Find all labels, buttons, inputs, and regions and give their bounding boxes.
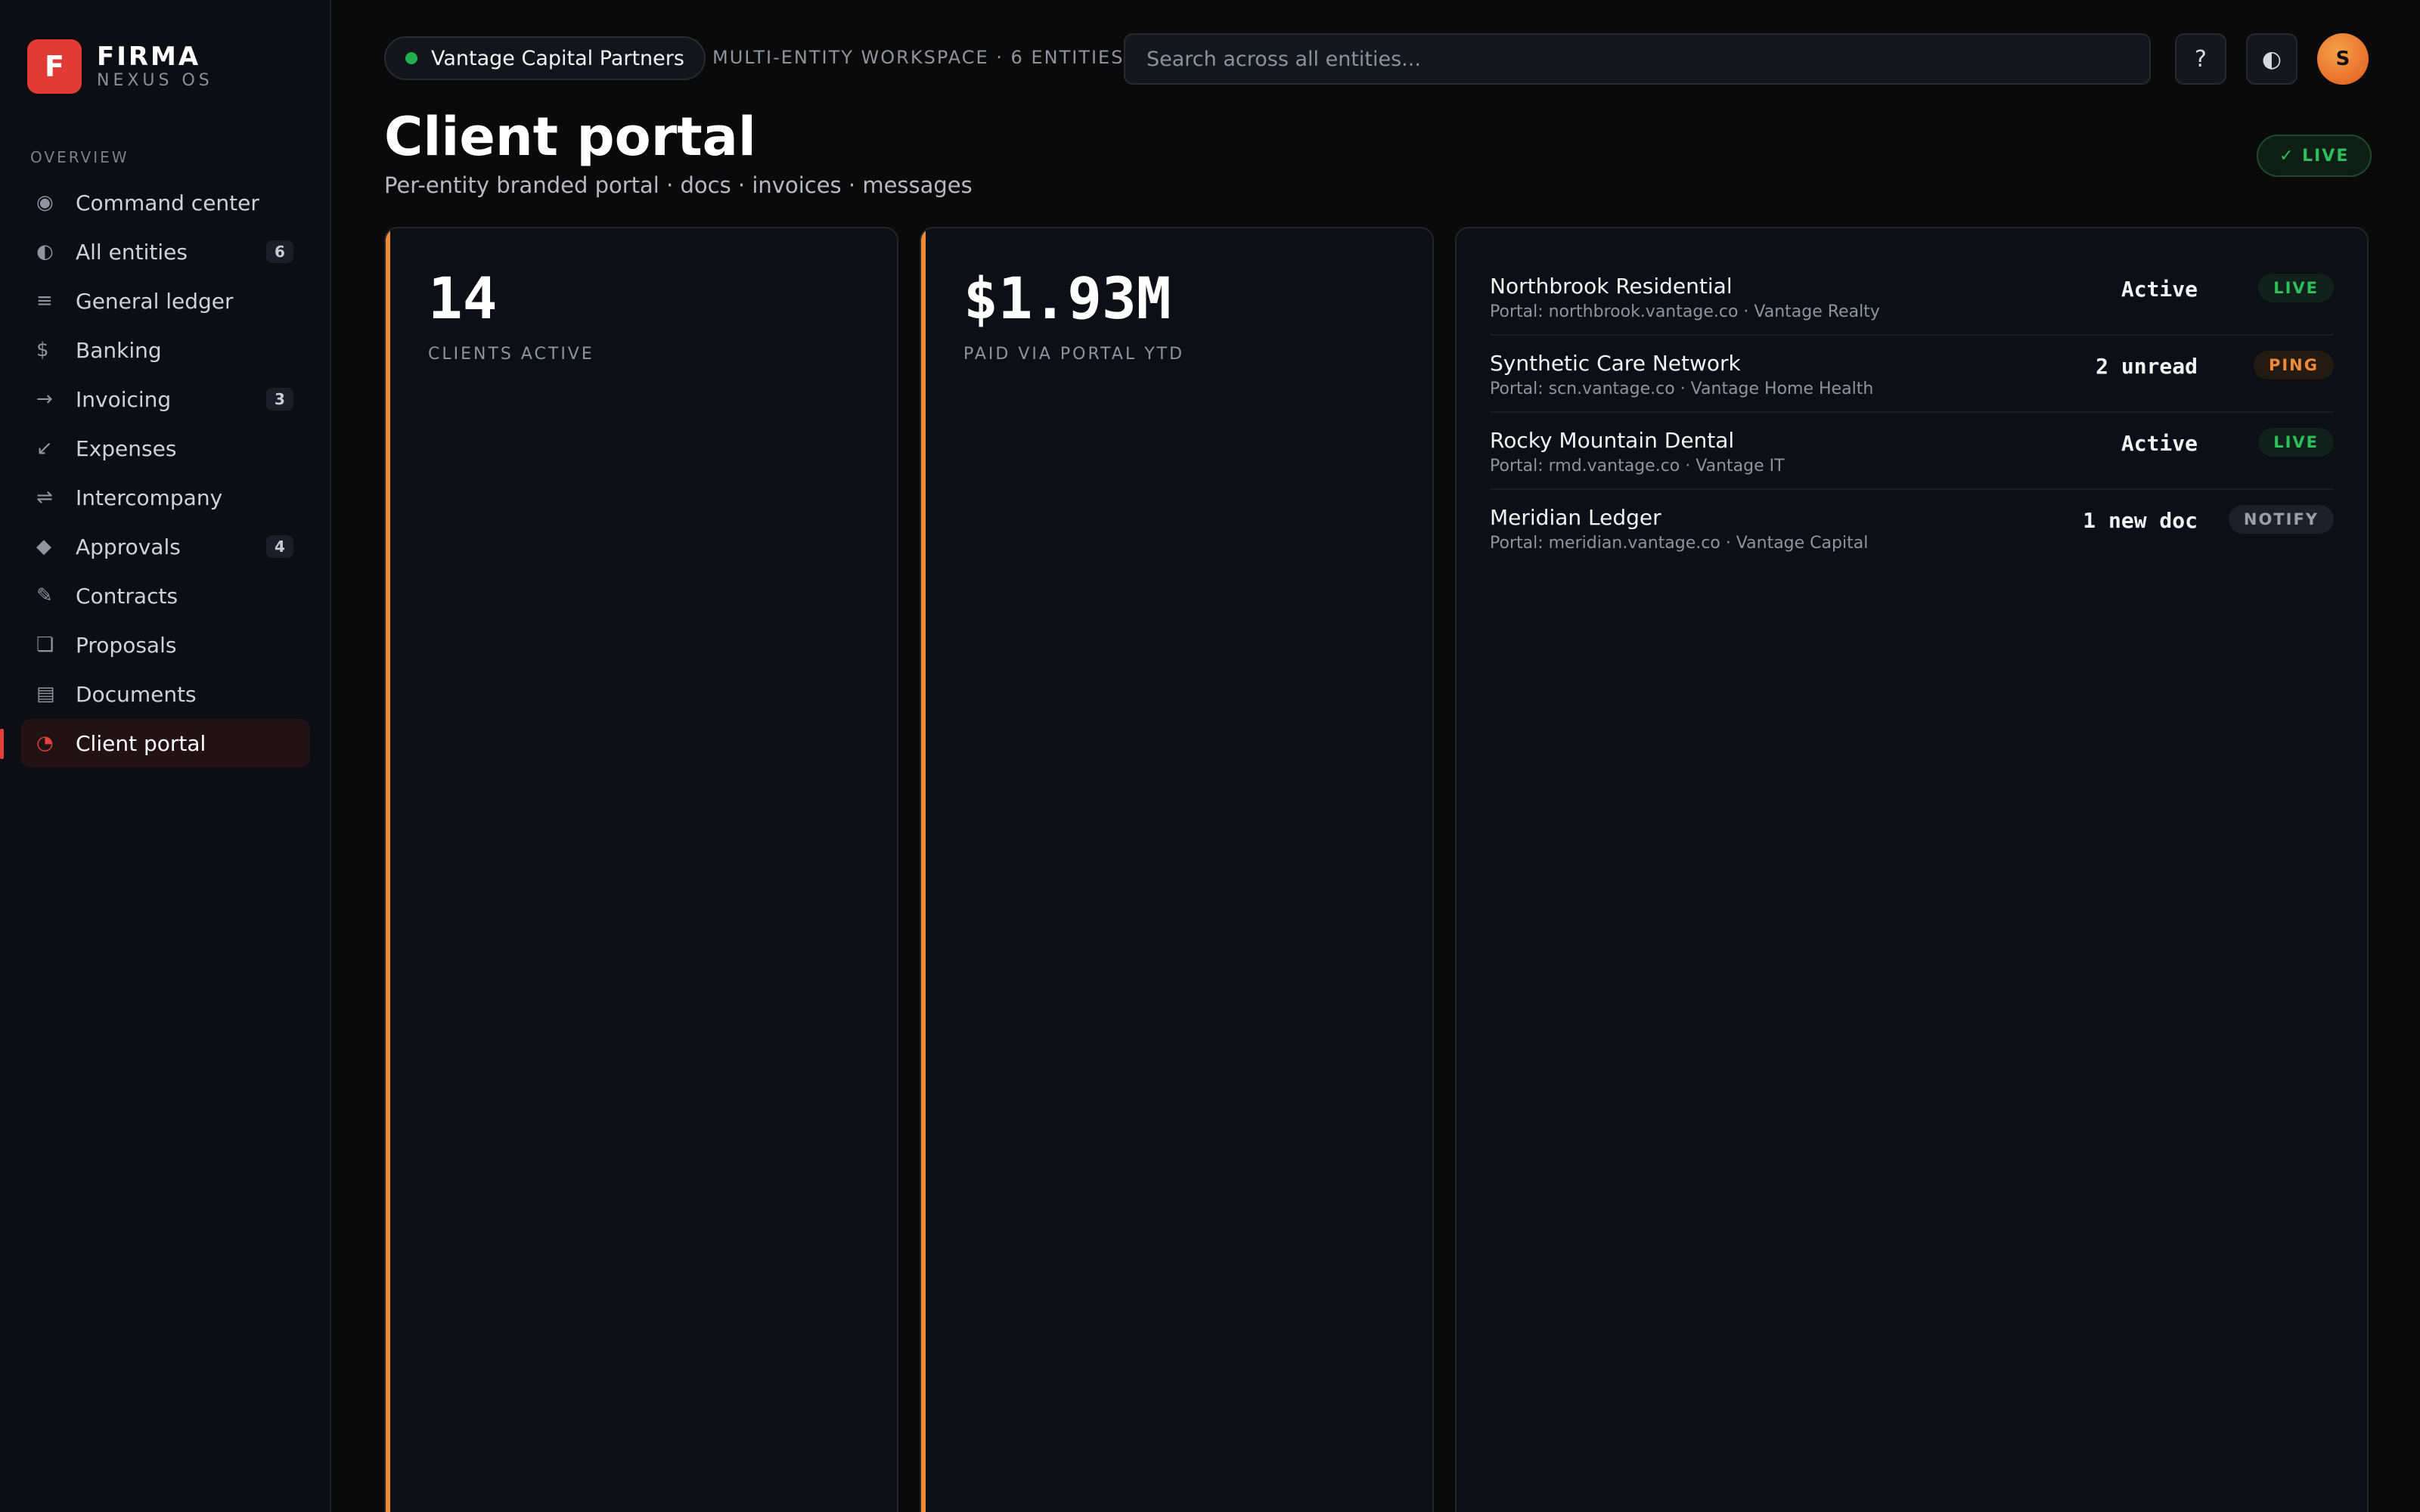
workspace-switcher[interactable]: Vantage Capital Partners (384, 36, 706, 80)
sidebar: F FIRMA NEXUS OS OVERVIEW ◉ Command cente… (0, 0, 331, 1512)
sidebar-item-invoicing[interactable]: → Invoicing 3 (21, 375, 310, 423)
sidebar-item-all-entities[interactable]: ◐ All entities 6 (21, 228, 310, 276)
portal-status: Active (2121, 277, 2198, 302)
sidebar-item-expenses[interactable]: ↙ Expenses (21, 424, 310, 472)
kpi-value: 14 (428, 265, 498, 332)
target-icon: ◉ (36, 191, 54, 214)
workspace-status-dot (405, 52, 417, 64)
count-badge: 6 (266, 240, 293, 263)
sidebar-item-label: All entities (76, 239, 188, 265)
help-button[interactable]: ? (2175, 33, 2226, 85)
sidebar-item-label: Invoicing (76, 386, 172, 412)
sidebar-item-label: Documents (76, 681, 197, 707)
sidebar-item-documents[interactable]: ▤ Documents (21, 670, 310, 718)
list-item[interactable]: Synthetic Care Network Portal: scn.vantag… (1490, 336, 2334, 413)
sidebar-item-label: Client portal (76, 730, 206, 756)
user-avatar[interactable]: S (2317, 33, 2369, 85)
kpi-card-clients-active: 14 CLIENTS ACTIVE (384, 227, 898, 1512)
diamond-icon: ◆ (36, 535, 51, 558)
sidebar-item-proposals[interactable]: ❏ Proposals (21, 621, 310, 669)
pen-icon: ✎ (36, 584, 53, 607)
count-badge: 4 (266, 535, 293, 558)
dollar-icon: $ (36, 339, 49, 361)
portal-list: Northbrook Residential Portal: northbrook… (1490, 259, 2334, 567)
sidebar-item-label: Command center (76, 190, 259, 215)
document-icon: ▤ (36, 683, 55, 705)
sidebar-item-label: Intercompany (76, 485, 223, 510)
sidebar-item-label: General ledger (76, 288, 234, 314)
status-badge: LIVE (2258, 274, 2334, 302)
brand[interactable]: F FIRMA NEXUS OS (27, 39, 213, 94)
live-status-badge: ✓ LIVE (2257, 135, 2372, 177)
kpi-label: PAID VIA PORTAL YTD (963, 345, 1185, 364)
search-input[interactable] (1124, 33, 2151, 85)
portal-list-card: Northbrook Residential Portal: northbrook… (1455, 227, 2369, 1512)
portal-status: 2 unread (2096, 354, 2198, 379)
brand-name: FIRMA (97, 42, 201, 72)
sidebar-item-banking[interactable]: $ Banking (21, 326, 310, 374)
portal-detail: Portal: scn.vantage.co · Vantage Home He… (1490, 380, 1874, 398)
sidebar-item-label: Expenses (76, 435, 177, 461)
count-badge: 3 (266, 388, 293, 411)
sidebar-item-intercompany[interactable]: ⇌ Intercompany (21, 473, 310, 522)
kpi-card-paid-via-portal: $1.93M PAID VIA PORTAL YTD (920, 227, 1434, 1512)
sidebar-item-label: Approvals (76, 534, 181, 559)
portal-client-name: Meridian Ledger (1490, 505, 1661, 530)
nav-section-label: OVERVIEW (30, 148, 129, 166)
portal-client-name: Synthetic Care Network (1490, 351, 1741, 376)
sidebar-item-contracts[interactable]: ✎ Contracts (21, 572, 310, 620)
kpi-label: CLIENTS ACTIVE (428, 345, 594, 364)
page-title: Client portal (384, 106, 756, 168)
portal-client-name: Rocky Mountain Dental (1490, 428, 1735, 453)
page-subtitle: Per-entity branded portal · docs · invoi… (384, 172, 973, 198)
list-item[interactable]: Rocky Mountain Dental Portal: rmd.vantage… (1490, 413, 2334, 490)
brand-subtitle: NEXUS OS (97, 71, 213, 90)
workspace-meta: MULTI-ENTITY WORKSPACE · 6 ENTITIES (712, 47, 1125, 68)
sidebar-item-client-portal[interactable]: ◔ Client portal (21, 719, 310, 767)
list-item[interactable]: Northbrook Residential Portal: northbrook… (1490, 259, 2334, 336)
kpi-value: $1.93M (963, 265, 1171, 332)
status-badge: LIVE (2258, 428, 2334, 457)
brand-text: FIRMA NEXUS OS (97, 42, 213, 91)
exchange-icon: ⇌ (36, 486, 53, 509)
portal-detail: Portal: rmd.vantage.co · Vantage IT (1490, 457, 1785, 476)
ledger-icon: ≡ (36, 290, 53, 312)
brand-logo: F (27, 39, 82, 94)
sidebar-item-label: Contracts (76, 583, 178, 609)
portal-icon: ◔ (36, 732, 54, 754)
copy-icon: ❏ (36, 634, 54, 656)
arrow-down-left-icon: ↙ (36, 437, 53, 460)
half-circle-icon: ◐ (36, 240, 54, 263)
arrow-right-icon: → (36, 388, 53, 411)
status-badge: PING (2253, 351, 2334, 380)
sidebar-item-command-center[interactable]: ◉ Command center (21, 178, 310, 227)
status-badge: NOTIFY (2228, 505, 2334, 534)
app-window: F FIRMA NEXUS OS OVERVIEW ◉ Command cente… (0, 0, 2420, 1512)
theme-icon: ◐ (2261, 45, 2282, 73)
help-icon: ? (2195, 45, 2207, 73)
active-nav-marker (0, 729, 4, 759)
portal-status: 1 new doc (2083, 508, 2198, 533)
portal-detail: Portal: meridian.vantage.co · Vantage Ca… (1490, 534, 1869, 553)
list-item[interactable]: Meridian Ledger Portal: meridian.vantage.… (1490, 490, 2334, 567)
theme-toggle-button[interactable]: ◐ (2246, 33, 2297, 85)
portal-detail: Portal: northbrook.vantage.co · Vantage … (1490, 302, 1880, 321)
sidebar-nav: ◉ Command center ◐ All entities 6 ≡ General le… (21, 178, 310, 768)
sidebar-item-general-ledger[interactable]: ≡ General ledger (21, 277, 310, 325)
portal-client-name: Northbrook Residential (1490, 274, 1733, 299)
sidebar-item-label: Banking (76, 337, 162, 363)
workspace-name: Vantage Capital Partners (431, 46, 684, 70)
sidebar-item-approvals[interactable]: ◆ Approvals 4 (21, 522, 310, 571)
sidebar-item-label: Proposals (76, 632, 177, 658)
portal-status: Active (2121, 431, 2198, 456)
